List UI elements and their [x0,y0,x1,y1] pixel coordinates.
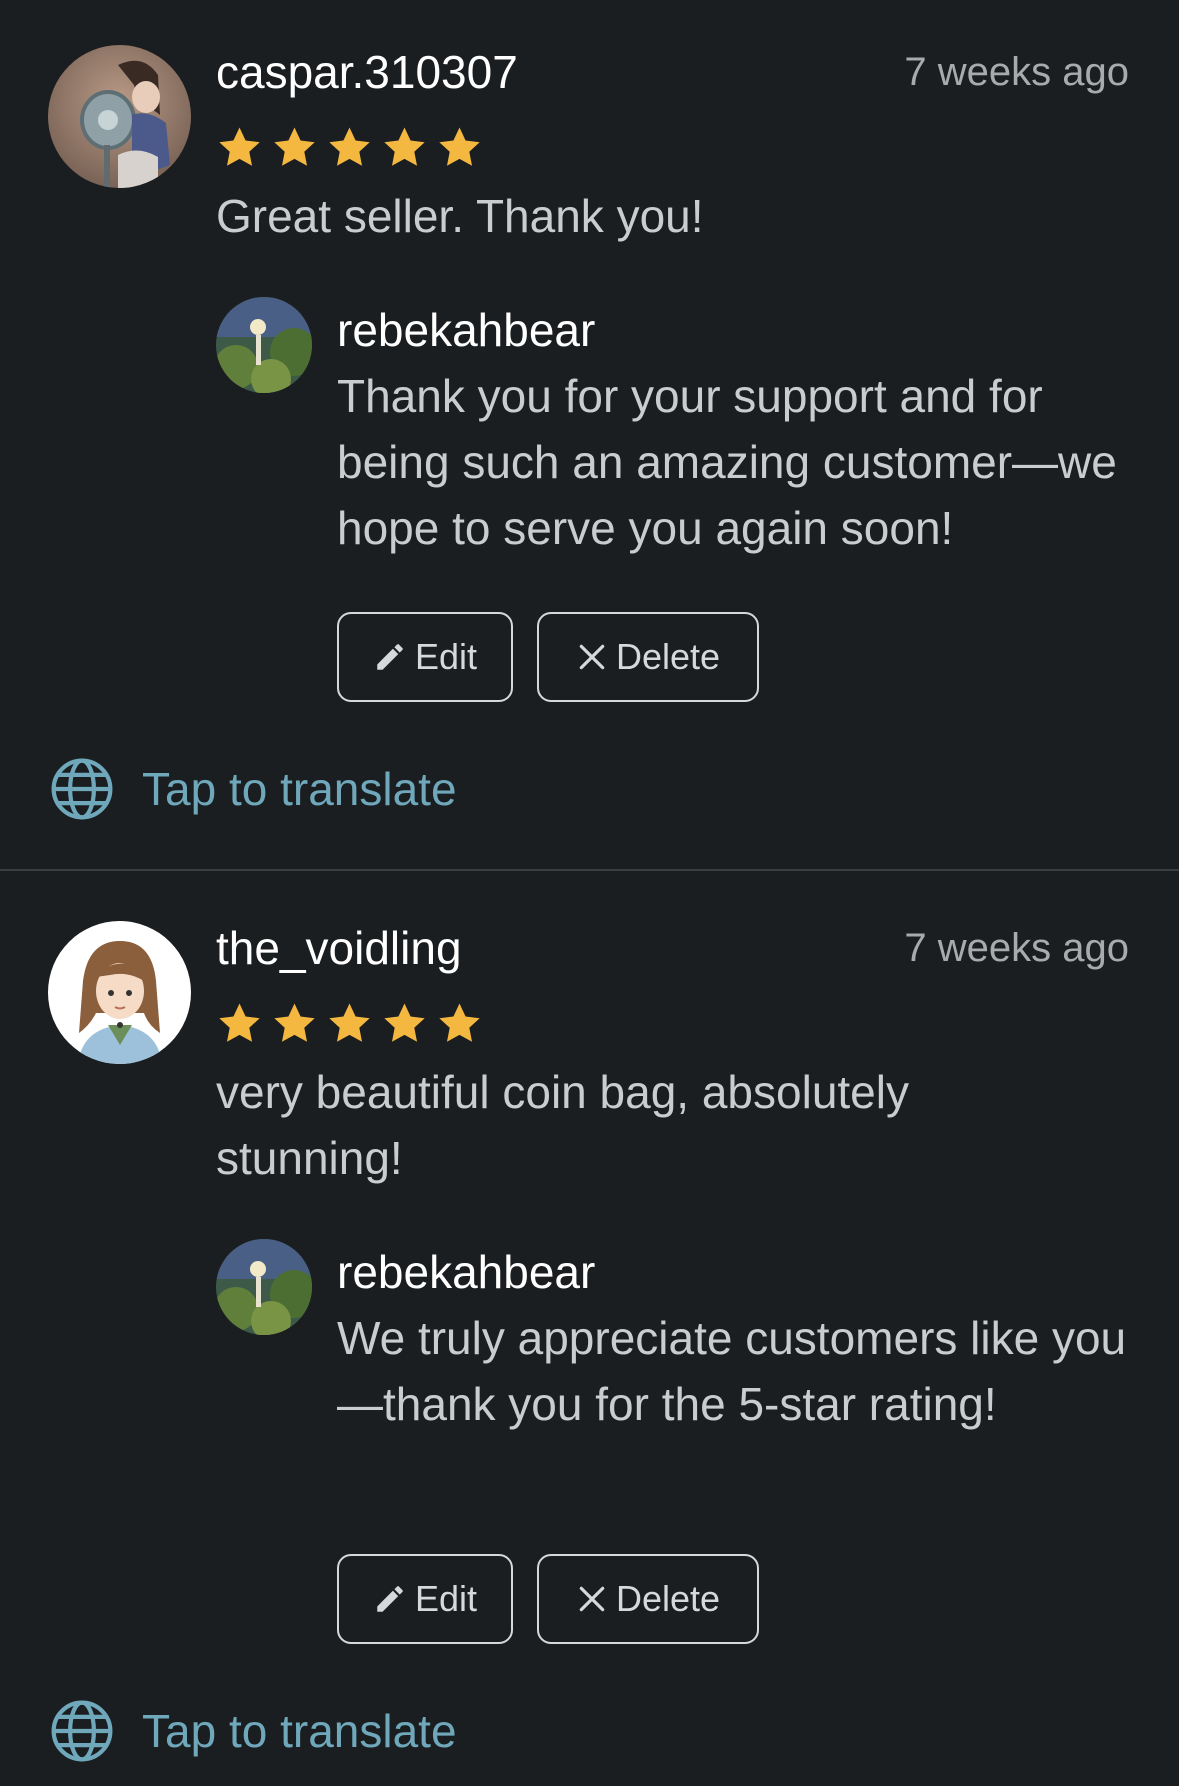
pencil-icon [377,644,403,670]
edit-reply-button[interactable]: Edit [337,1554,513,1644]
star-icon [329,127,370,166]
translate-link[interactable]: Tap to translate [48,755,457,823]
seller-name[interactable]: rebekahbear [337,303,595,357]
star-icon [329,1003,370,1042]
star-icon [384,127,425,166]
seller-avatar[interactable] [216,297,312,393]
seller-name[interactable]: rebekahbear [337,1245,595,1299]
translate-label: Tap to translate [142,1705,457,1757]
star-icon [219,1003,260,1042]
star-icon [439,127,480,166]
star-icon [274,127,315,166]
globe-icon [51,1700,113,1762]
review-text: very beautiful coin bag, absolutely stun… [216,1066,909,1184]
star-icon [439,1003,480,1042]
review-card: caspar.310307 7 weeks ago Great seller. … [0,0,1179,870]
review-timestamp: 7 weeks ago [904,926,1129,970]
edit-reply-button[interactable]: Edit [337,612,513,702]
review-card: the_voidling 7 weeks ago very beautiful … [0,872,1179,1786]
seller-reply-text: We truly appreciate customers like you—t… [337,1312,1127,1430]
translate-label: Tap to translate [142,763,457,815]
review-timestamp: 7 weeks ago [904,50,1129,94]
star-icon [219,127,260,166]
seller-avatar[interactable] [216,1239,312,1335]
reviewer-username[interactable]: the_voidling [216,921,462,975]
translate-link[interactable]: Tap to translate [48,1697,457,1765]
reviewer-avatar[interactable] [48,921,191,1064]
star-icon [384,1003,425,1042]
review-divider [0,869,1179,871]
close-icon [579,1586,605,1612]
reviewer-username[interactable]: caspar.310307 [216,45,518,99]
edit-label: Edit [414,1578,478,1619]
delete-label: Delete [615,636,721,677]
reviewer-avatar[interactable] [48,45,191,188]
globe-icon [51,758,113,820]
star-icon [274,1003,315,1042]
review-text: Great seller. Thank you! [216,190,704,242]
star-rating [216,124,483,171]
delete-reply-button[interactable]: Delete [537,1554,759,1644]
close-icon [579,644,605,670]
star-rating [216,1000,483,1047]
pencil-icon [377,1586,403,1612]
delete-reply-button[interactable]: Delete [537,612,759,702]
edit-label: Edit [414,636,478,677]
seller-reply-text: Thank you for your support and for being… [337,370,1117,554]
delete-label: Delete [615,1578,721,1619]
